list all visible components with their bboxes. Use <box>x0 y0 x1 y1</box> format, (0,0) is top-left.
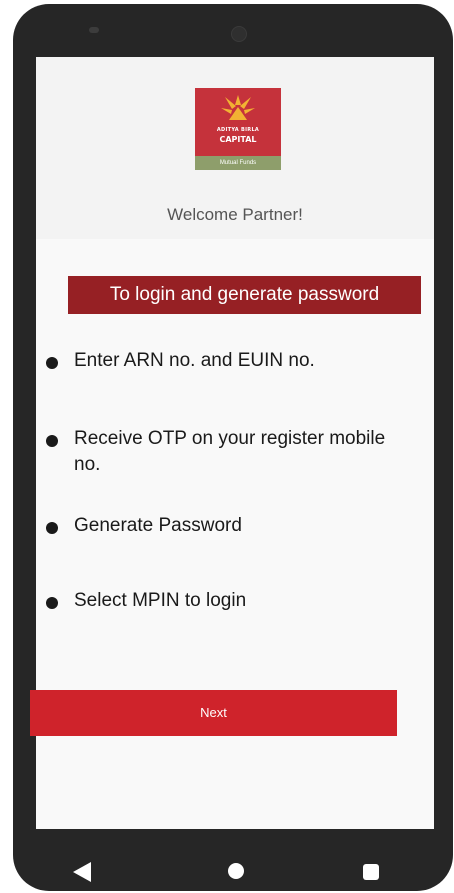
recent-apps-icon[interactable] <box>363 864 379 880</box>
logo-tagline: Mutual Funds <box>195 156 281 170</box>
bullet-icon <box>46 435 58 447</box>
step-text: Receive OTP on your register mobile no. <box>74 428 386 475</box>
logo-brand-line1: ADITYA BIRLA <box>216 127 260 133</box>
step-text: Enter ARN no. and EUIN no. <box>74 350 315 371</box>
earpiece <box>89 27 99 33</box>
logo-brand-line2: CAPITAL <box>219 135 257 144</box>
next-button[interactable]: Next <box>30 690 397 736</box>
back-icon[interactable] <box>73 862 91 882</box>
rising-sun-icon <box>221 95 255 120</box>
step-text: Generate Password <box>74 515 242 536</box>
instructions-banner: To login and generate password <box>68 276 421 314</box>
welcome-heading: Welcome Partner! <box>167 205 303 224</box>
front-camera <box>231 26 247 42</box>
step-text: Select MPIN to login <box>74 590 247 611</box>
aditya-birla-capital-logo: ADITYA BIRLA CAPITAL Mutual Funds <box>195 88 281 170</box>
header-area: ADITYA BIRLA CAPITAL Mutual Funds Welcom… <box>36 57 434 239</box>
home-icon[interactable] <box>228 863 244 879</box>
bullet-icon <box>46 522 58 534</box>
phone-frame: ADITYA BIRLA CAPITAL Mutual Funds Welcom… <box>13 4 453 891</box>
logo-brand-block: ADITYA BIRLA CAPITAL <box>195 88 281 156</box>
bullet-icon <box>46 357 58 369</box>
bullet-icon <box>46 597 58 609</box>
